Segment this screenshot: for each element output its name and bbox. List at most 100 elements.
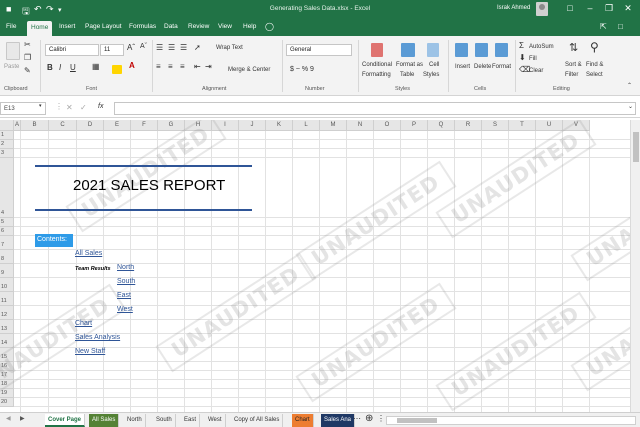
share-icon[interactable]: ⇱ (600, 22, 607, 31)
user-name[interactable]: Israk Ahmed (497, 5, 530, 11)
link-all-sales[interactable]: All Sales (75, 250, 102, 257)
link-north[interactable]: North (117, 264, 134, 271)
borders-icon[interactable]: ▦ (92, 62, 100, 71)
tab-help[interactable]: Help (243, 23, 256, 30)
tab-page-layout[interactable]: Page Layout (85, 23, 122, 30)
bold-icon[interactable]: B (47, 63, 53, 72)
row-header-5[interactable]: 5 (0, 218, 14, 227)
more-sheets-icon[interactable]: ⋯ (353, 414, 361, 423)
find-select-button-line2[interactable]: Select (586, 72, 603, 78)
align-left-icon[interactable]: ≡ (156, 62, 161, 71)
cell-styles-icon[interactable] (427, 43, 439, 57)
align-center-icon[interactable]: ≡ (168, 62, 173, 71)
column-header-q[interactable]: Q (428, 120, 455, 131)
row-header-12[interactable]: 12 (0, 306, 14, 320)
format-cells-button[interactable]: Format (492, 64, 511, 70)
collapse-ribbon-icon[interactable]: ⌃ (627, 82, 632, 89)
sheet-tab-sales-analysis[interactable]: Sales Ana (321, 414, 356, 427)
column-header-s[interactable]: S (482, 120, 509, 131)
align-bottom-icon[interactable]: ☰ (180, 43, 187, 52)
add-sheet-icon[interactable]: ⊕ (365, 413, 373, 424)
scroll-tabs-right-icon[interactable]: ▶ (20, 415, 25, 422)
lightbulb-icon[interactable]: ◯ (265, 22, 274, 31)
row-header-1[interactable]: 1 (0, 131, 14, 140)
font-color-icon[interactable]: A (129, 61, 135, 70)
column-header-d[interactable]: D (77, 120, 104, 131)
row-header-10[interactable]: 10 (0, 278, 14, 292)
decrease-font-icon[interactable]: Aˇ (140, 43, 147, 50)
tab-review[interactable]: Review (188, 23, 209, 30)
row-header-20[interactable]: 20 (0, 398, 14, 407)
horizontal-scrollbar[interactable] (386, 416, 636, 425)
column-header-t[interactable]: T (509, 120, 536, 131)
column-header-o[interactable]: O (374, 120, 401, 131)
insert-function-icon[interactable]: fx (98, 103, 103, 110)
conditional-formatting-button-line2[interactable]: Formatting (362, 72, 391, 78)
align-middle-icon[interactable]: ☰ (168, 43, 175, 52)
column-header-k[interactable]: K (266, 120, 293, 131)
link-west[interactable]: West (117, 306, 133, 313)
sheet-tab-east[interactable]: East (181, 414, 201, 427)
align-top-icon[interactable]: ☰ (156, 43, 163, 52)
decrease-indent-icon[interactable]: ⇤ (194, 62, 201, 71)
row-header-13[interactable]: 13 (0, 320, 14, 334)
number-format-buttons[interactable]: $ ~ % 9 (290, 66, 314, 73)
column-header-r[interactable]: R (455, 120, 482, 131)
copy-icon[interactable]: ❐ (24, 53, 31, 62)
cancel-icon[interactable]: ✕ (66, 103, 73, 112)
align-right-icon[interactable]: ≡ (180, 62, 185, 71)
scroll-tabs-left-icon[interactable]: ◀ (6, 415, 11, 422)
formula-input[interactable] (114, 102, 636, 115)
paste-icon[interactable] (6, 42, 20, 60)
sheet-tab-copy-of-all-sales[interactable]: Copy of All Sales (231, 414, 284, 427)
sheet-tab-north[interactable]: North (124, 414, 146, 427)
delete-cells-button[interactable]: Delete (474, 64, 491, 70)
sort-filter-button-line2[interactable]: Filter (565, 72, 578, 78)
format-painter-icon[interactable]: ✎ (24, 66, 31, 75)
avatar[interactable] (536, 2, 548, 16)
fill-button[interactable]: Fill (529, 56, 537, 62)
number-format-select[interactable]: General (286, 44, 352, 56)
vertical-scroll-thumb[interactable] (633, 132, 639, 162)
tab-insert[interactable]: Insert (59, 23, 75, 30)
sort-filter-button[interactable]: Sort & (565, 62, 582, 68)
insert-cells-button[interactable]: Insert (455, 64, 470, 70)
format-as-table-button-line2[interactable]: Table (400, 72, 414, 78)
tab-options-icon[interactable]: ⋮ (377, 414, 385, 423)
format-as-table-icon[interactable] (401, 43, 415, 57)
italic-icon[interactable]: I (59, 63, 61, 72)
clear-button[interactable]: Clear (529, 68, 543, 74)
cell-styles-button-line2[interactable]: Styles (423, 72, 439, 78)
column-header-p[interactable]: P (401, 120, 428, 131)
link-chart[interactable]: Chart (75, 320, 92, 327)
font-name-select[interactable]: Calibri (45, 44, 99, 56)
column-header-u[interactable]: U (536, 120, 563, 131)
column-header-f[interactable]: F (131, 120, 158, 131)
wrap-text-button[interactable]: Wrap Text (216, 45, 243, 51)
cell-styles-button[interactable]: Cell (429, 62, 439, 68)
comments-icon[interactable]: □ (618, 22, 623, 31)
format-cells-icon[interactable] (495, 43, 508, 57)
column-header-l[interactable]: L (293, 120, 320, 131)
column-header-m[interactable]: M (320, 120, 347, 131)
link-sales-analysis[interactable]: Sales Analysis (75, 334, 120, 341)
orientation-icon[interactable]: ➚ (194, 43, 201, 52)
font-size-select[interactable]: 11 (100, 44, 124, 56)
horizontal-scroll-thumb[interactable] (397, 418, 437, 423)
sheet-tab-chart[interactable]: Chart (292, 414, 314, 427)
row-header-11[interactable]: 11 (0, 292, 14, 306)
cut-icon[interactable]: ✂ (24, 40, 31, 49)
conditional-formatting-button[interactable]: Conditional (362, 62, 392, 68)
sheet-tab-south[interactable]: South (153, 414, 176, 427)
column-header-n[interactable]: N (347, 120, 374, 131)
row-header-4[interactable]: 4 (0, 158, 14, 218)
tab-data[interactable]: Data (164, 23, 178, 30)
insert-cells-icon[interactable] (455, 43, 468, 57)
sheet-tab-cover-page[interactable]: Cover Page (45, 414, 86, 427)
sheet-tab-all-sales[interactable]: All Sales (89, 414, 120, 427)
minimize-icon[interactable]: – (583, 3, 597, 13)
row-header-3[interactable]: 3 (0, 149, 14, 158)
column-header-g[interactable]: G (158, 120, 185, 131)
find-select-button[interactable]: Find & (586, 62, 603, 68)
column-header-j[interactable]: J (239, 120, 266, 131)
